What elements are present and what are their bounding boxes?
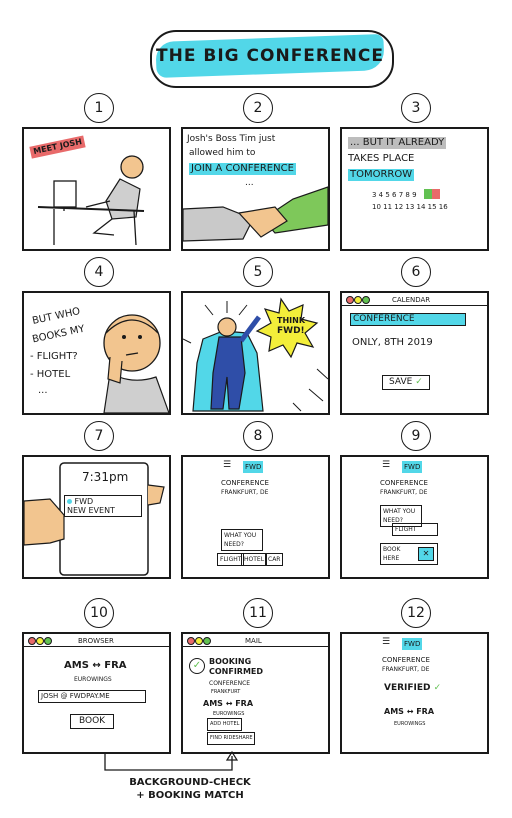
handshake-drawing (183, 186, 328, 242)
check-icon: ✓ (415, 377, 423, 387)
confirmed-check-icon: ✓ (189, 658, 205, 674)
notification-text: NEW EVENT (67, 506, 115, 515)
need-prompt-line1: WHAT YOU (224, 532, 257, 539)
panel-number-8: 8 (243, 421, 273, 451)
panel-number-5: 5 (243, 257, 273, 287)
mail-place: FRANKFURT (211, 689, 241, 695)
panel-number-1: 1 (84, 93, 114, 123)
verified-check-icon: ✓ (433, 683, 442, 693)
panel-12: ☰ FWD CONFERENCE FRANKFURT, DE VERIFIED … (340, 632, 489, 754)
browser-window-bar: BROWSER (24, 634, 169, 647)
panel-9: ☰ FWD CONFERENCE FRANKFURT, DE WHAT YOU … (340, 455, 489, 579)
verified-status: VERIFIED ✓ (384, 682, 441, 694)
notification-app: FWD (74, 497, 94, 506)
event-location: FRANKFURT, DE (380, 489, 428, 496)
hamburger-icon[interactable]: ☰ (223, 459, 231, 471)
caption-line2: + BOOKING MATCH (136, 790, 244, 801)
verified-route: AMS ↔ FRA (384, 707, 435, 716)
panel-number-2: 2 (243, 93, 273, 123)
minimize-dot[interactable] (36, 637, 44, 645)
burst-line2: FWD! (277, 326, 305, 336)
mail-window-bar: MAIL (183, 634, 328, 647)
need-prompt: WHAT YOU NEED? (221, 529, 263, 551)
browser-window-title: BROWSER (78, 637, 114, 645)
book-button[interactable]: BOOK (70, 714, 115, 729)
panel-3: ... BUT IT ALREADY TAKES PLACE TOMORROW … (340, 127, 489, 251)
maximize-dot[interactable] (203, 637, 211, 645)
panel-4: BUT WHO BOOKS MY - FLIGHT? - HOTEL ... (22, 291, 171, 415)
title-banner: THE BIG CONFERENCE (150, 30, 394, 88)
panel-2: Josh's Boss Tim just allowed him to JOIN… (181, 127, 330, 251)
need-prompt-line1: WHAT YOU (383, 508, 416, 515)
car-option[interactable]: CAR (265, 553, 284, 566)
panel-number-10: 10 (84, 598, 114, 628)
event-location: FRANKFURT, DE (382, 666, 430, 673)
book-x-icon[interactable]: ✕ (418, 547, 434, 561)
caption: BACKGROUND-CHECK + BOOKING MATCH (110, 776, 270, 802)
need-prompt-line2: NEED? (224, 541, 244, 548)
book-here-card[interactable]: BOOK HERE ✕ (380, 543, 438, 565)
panel-number-9: 9 (401, 421, 431, 451)
panel-number-11: 11 (243, 598, 273, 628)
verified-airline: EUROWINGS (394, 721, 426, 727)
panel-10: BROWSER AMS ↔ FRA EUROWINGS JOSH @ FWDPA… (22, 632, 171, 754)
fwd-logo: FWD (243, 461, 264, 473)
p3-line2: TAKES PLACE (348, 153, 415, 164)
notification[interactable]: FWD NEW EVENT (64, 495, 142, 517)
panel-number-12: 12 (401, 598, 431, 628)
flight-route: AMS ↔ FRA (64, 660, 127, 671)
panel-7: 7:31pm FWD NEW EVENT (22, 455, 171, 579)
add-hotel-button[interactable]: ADD HOTEL (207, 718, 243, 731)
close-dot[interactable] (187, 637, 195, 645)
maximize-dot[interactable] (44, 637, 52, 645)
save-button[interactable]: SAVE ✓ (382, 375, 430, 390)
airline-name: EUROWINGS (74, 676, 112, 683)
verified-label: VERIFIED (384, 683, 431, 693)
hamburger-icon[interactable]: ☰ (382, 459, 390, 471)
save-label: SAVE (389, 377, 413, 387)
p3-line1: ... BUT IT ALREADY (348, 137, 447, 149)
mini-calendar: 3 4 5 6 7 8 9 10 11 12 13 14 15 16 (372, 189, 450, 229)
panel-11: MAIL ✓ BOOKING CONFIRMED CONFERENCE FRAN… (181, 632, 330, 754)
hotel-option[interactable]: HOTEL (241, 553, 268, 566)
minimize-dot[interactable] (354, 296, 362, 304)
maximize-dot[interactable] (362, 296, 370, 304)
mail-line2: CONFIRMED (209, 667, 264, 676)
calendar-row-2: 10 11 12 13 14 15 16 (372, 203, 448, 211)
event-title-field[interactable]: CONFERENCE (350, 313, 466, 326)
panel-8: ☰ FWD CONFERENCE FRANKFURT, DE WHAT YOU … (181, 455, 330, 579)
today-marker (424, 189, 432, 199)
event-date: ONLY, 8TH 2019 (352, 337, 433, 348)
lock-screen-time: 7:31pm (82, 470, 129, 484)
email-input[interactable]: JOSH @ FWDPAY.ME (38, 690, 146, 703)
thinking-josh-drawing (103, 314, 169, 413)
event-location: FRANKFURT, DE (221, 489, 269, 496)
panel-number-3: 3 (401, 93, 431, 123)
panel-number-7: 7 (84, 421, 114, 451)
hamburger-icon[interactable]: ☰ (382, 636, 390, 648)
panel-number-6: 6 (401, 257, 431, 287)
close-dot[interactable] (346, 296, 354, 304)
p3-line3: TOMORROW (348, 169, 415, 181)
panel-6: CALENDAR CONFERENCE ONLY, 8TH 2019 SAVE … (340, 291, 489, 415)
calendar-row-1: 3 4 5 6 7 8 9 (372, 191, 417, 199)
panel-1: MEET JOSH (22, 127, 171, 251)
fwd-logo: FWD (402, 638, 423, 650)
tomorrow-marker (432, 189, 440, 199)
panel-number-4: 4 (84, 257, 114, 287)
mail-window-title: MAIL (245, 637, 262, 645)
calendar-window-bar: CALENDAR (342, 293, 487, 306)
flight-choice[interactable]: FLIGHT (392, 523, 438, 536)
fwd-logo: FWD (402, 461, 423, 473)
superhero-josh-drawing (183, 297, 328, 412)
fwd-app-icon (67, 499, 72, 504)
find-rideshare-button[interactable]: FIND RIDESHARE (207, 732, 256, 745)
page-title: THE BIG CONFERENCE (156, 46, 384, 66)
minimize-dot[interactable] (195, 637, 203, 645)
close-dot[interactable] (28, 637, 36, 645)
panel-5: THINK FWD! (181, 291, 330, 415)
calendar-window-title: CALENDAR (392, 296, 431, 304)
caption-line1: BACKGROUND-CHECK (129, 777, 251, 788)
